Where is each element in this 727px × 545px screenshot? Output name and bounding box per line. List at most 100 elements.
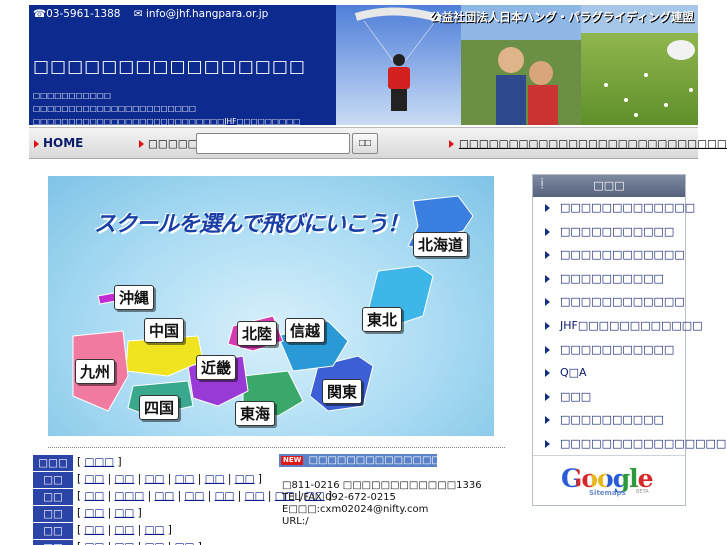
news-email[interactable]: E□□□:cxm02024@nifty.com <box>282 504 482 516</box>
region-row: □□[ □□ | □□ | □□ ] <box>33 523 278 540</box>
prefecture-link[interactable]: □□ <box>145 473 165 485</box>
google-beta-label: BETA <box>636 489 649 495</box>
search-button[interactable]: □□ <box>352 133 378 154</box>
sidebar-item[interactable]: □□□□□□□□□□□□□ <box>533 197 695 221</box>
news-address: □811-0216 □□□□□□□□□□□□1336 <box>282 480 482 491</box>
sidebar-item-label: Q□A <box>560 366 587 380</box>
region-chugoku[interactable]: 中国 <box>144 318 185 343</box>
sidebar-item[interactable]: □□□□□□□□□□□ <box>533 221 685 245</box>
prefecture-link[interactable]: □□ <box>215 490 235 502</box>
region-hokkaido[interactable]: 北海道 <box>413 232 469 257</box>
arrow-right-icon <box>545 298 550 307</box>
sidebar-item-label: □□□□□□□□□□□□ <box>560 248 685 262</box>
sidebar-title: ⋮ ⋮ □□□ <box>533 175 685 197</box>
prefecture-link[interactable]: □□ <box>115 541 135 545</box>
news-title[interactable]: □□□□□□□□□□□□□□□□□□□□ <box>309 455 437 466</box>
sidebar-item[interactable]: Q□A <box>533 362 685 386</box>
region-tohoku[interactable]: 東北 <box>362 307 403 332</box>
sidebar-item-label: □□□□□□□□□□□□□ <box>560 201 696 214</box>
region-row-links: [ □□ | □□ | □□ | □□ | □□ | □□ ] <box>77 473 263 485</box>
region-row-header: □□ <box>33 489 73 505</box>
prefecture-link[interactable]: □□ <box>115 524 135 536</box>
prefecture-link[interactable]: □□ <box>84 524 104 536</box>
region-kyushu[interactable]: 九州 <box>75 359 116 384</box>
region-okinawa[interactable]: 沖縄 <box>114 285 155 310</box>
news-body: □811-0216 □□□□□□□□□□□□1336 TEL/FAX 092-6… <box>282 480 482 528</box>
region-row: □□□[ □□□ ] <box>33 455 278 472</box>
header-subline: □□□□□□□□□□□□□□□□□□□□□□□□□□□JHF□□□□□□□□□ <box>33 117 301 125</box>
sidebar-item[interactable]: □□□□□□□□□□ <box>533 409 685 433</box>
email-address[interactable]: ✉ info@jhf.hangpara.or.jp <box>134 8 268 20</box>
prefecture-link[interactable]: □□ <box>145 541 165 545</box>
search-input[interactable] <box>196 133 350 154</box>
prefecture-link[interactable]: □□ <box>154 490 174 502</box>
sidebar-menu: ⋮ ⋮ □□□ □□□□□□□□□□□□□ □□□□□□□□□□□ □□□□□□□□□… <box>532 174 726 506</box>
map-heading: スクールを選んで飛びにいこう！ <box>94 212 409 237</box>
sidebar-item[interactable]: JHF□□□□□□□□□□□□ <box>533 315 703 339</box>
site-header: ☎03-5961-1388 ✉ info@jhf.hangpara.or.jp … <box>29 5 698 125</box>
region-hokuriku[interactable]: 北陸 <box>237 321 278 346</box>
association-link[interactable]: □□□□□□□□□□□□□□□□□□□□□□□□□□□(JHF) <box>459 138 727 150</box>
prefecture-link[interactable]: □□ <box>84 507 104 519</box>
sidebar-item-label: □□□ <box>560 389 592 403</box>
new-badge: NEW <box>281 456 304 465</box>
sidebar-item[interactable]: □□□□□□□□□□□□ <box>533 291 685 315</box>
news-header: NEW □□□□□□□□□□□□□□□□□□□□ <box>279 454 437 467</box>
arrow-right-icon <box>545 416 550 425</box>
region-row-links: [ □□□ ] <box>77 456 122 468</box>
region-row: □□[ □□ | □□ ] <box>33 506 278 523</box>
prefecture-link[interactable]: □□ <box>175 541 195 545</box>
prefecture-link[interactable]: □□ <box>84 473 104 485</box>
arrow-right-icon <box>545 392 550 401</box>
sidebar-item[interactable]: □□□□□□□□□□□ <box>533 339 685 363</box>
region-kanto[interactable]: 関東 <box>322 379 363 404</box>
contact-info: ☎03-5961-1388 ✉ info@jhf.hangpara.or.jp <box>33 8 278 20</box>
arrow-right-icon <box>545 321 550 330</box>
sidebar-items: □□□□□□□□□□□□□ □□□□□□□□□□□ □□□□□□□□□□□□ □□□□… <box>533 197 726 457</box>
grip-icon: ⋮ ⋮ <box>538 177 546 190</box>
region-row-links: [ □□ | □□ | □□ | □□ ] <box>77 541 202 545</box>
prefecture-link[interactable]: □□□ <box>84 456 114 468</box>
header-subline: □□□□□□□□□□□ <box>33 91 111 100</box>
arrow-right-icon <box>545 274 550 283</box>
prefecture-link[interactable]: □□ <box>235 473 255 485</box>
region-tokai[interactable]: 東海 <box>235 401 276 426</box>
header-subline: □□□□□□□□□□□□□□□□□□□□□□□ <box>33 104 196 113</box>
region-row: □□[ □□ | □□ | □□ | □□ | □□ | □□ ] <box>33 472 278 489</box>
site-title[interactable]: □□□□□□□□□□□□□□□□ <box>33 57 306 77</box>
sidebar-item-label: □□□□□□□□□□ <box>560 413 664 427</box>
prefecture-link[interactable]: □□ <box>175 473 195 485</box>
region-kinki[interactable]: 近畿 <box>196 355 237 380</box>
news-url[interactable]: URL:/ <box>282 516 482 528</box>
region-row-header: □□□ <box>33 455 73 471</box>
prefecture-link[interactable]: □□ <box>205 473 225 485</box>
phone-number: ☎03-5961-1388 <box>33 8 121 20</box>
sidebar-item[interactable]: □□□ <box>533 386 685 410</box>
sidebar-item[interactable]: □□□□□□□□□□□□ <box>533 244 685 268</box>
prefecture-link[interactable]: □□ <box>115 473 135 485</box>
region-row: □□[ □□ | □□ | □□ | □□ ] <box>33 540 278 545</box>
region-shikoku[interactable]: 四国 <box>139 395 180 420</box>
news-box: NEW □□□□□□□□□□□□□□□□□□□□ □811-0216 □□□□□… <box>279 454 482 545</box>
divider <box>48 447 505 448</box>
prefecture-link[interactable]: □□ <box>84 541 104 545</box>
prefecture-link[interactable]: □□□ <box>115 490 145 502</box>
arrow-right-icon <box>34 140 39 148</box>
prefecture-link[interactable]: □□ <box>84 490 104 502</box>
prefecture-link[interactable]: □□ <box>115 507 135 519</box>
sidebar-item-label: □□□□□□□□□□□ <box>560 224 675 238</box>
prefecture-link[interactable]: □□ <box>185 490 205 502</box>
sidebar-item-label: □□□□□□□□□□ <box>560 271 664 285</box>
prefecture-link[interactable]: □□ <box>245 490 265 502</box>
sidebar-item[interactable]: □□□□□□□□□□□□□□□□ <box>533 433 726 457</box>
home-link[interactable]: HOME <box>43 136 83 150</box>
region-shinetsu[interactable]: 信越 <box>285 318 326 343</box>
arrow-right-icon <box>545 204 550 212</box>
prefecture-link[interactable]: □□ <box>145 524 165 536</box>
nav-bar: HOME □□□□□□□ □□ □□□□□□□□□□□□□□□□□□□□□□□□… <box>29 127 727 159</box>
arrow-right-icon <box>545 439 550 448</box>
region-link-table: □□□[ □□□ ] □□[ □□ | □□ | □□ | □□ | □□ | □… <box>33 455 332 545</box>
arrow-right-icon <box>449 140 454 148</box>
sidebar-item[interactable]: □□□□□□□□□□ <box>533 268 685 292</box>
google-sitemaps-badge[interactable]: Google Sitemaps BETA <box>533 455 685 505</box>
